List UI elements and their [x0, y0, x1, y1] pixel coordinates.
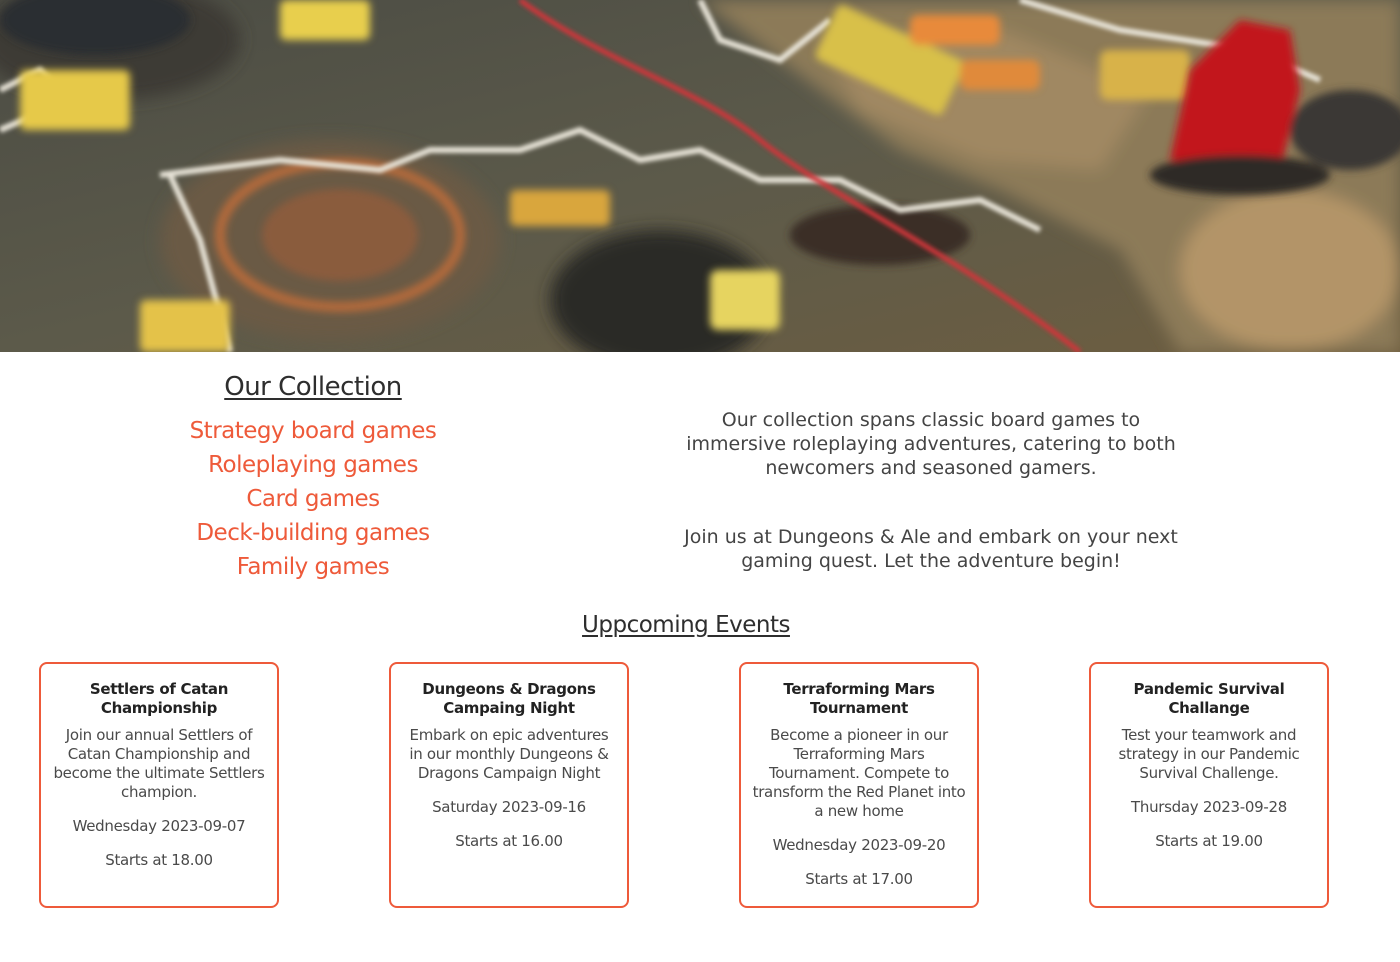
event-title: Terraforming Mars Tournament — [783, 680, 935, 717]
event-description: Test your teamwork and strategy in our P… — [1118, 726, 1300, 782]
collection-title: Our Collection — [224, 372, 402, 402]
event-time: Starts at 19.00 — [1155, 832, 1263, 850]
board-game-photo — [0, 0, 1400, 352]
event-time: Starts at 18.00 — [105, 851, 213, 869]
event-title: Pandemic Survival Challange — [1133, 680, 1285, 717]
event-time: Starts at 17.00 — [805, 870, 913, 888]
collection-list: Strategy board games Roleplaying games C… — [120, 414, 506, 584]
collection-item-card[interactable]: Card games — [120, 482, 506, 516]
event-time: Starts at 16.00 — [455, 832, 563, 850]
event-date: Wednesday 2023-09-20 — [772, 836, 946, 854]
collection-item-family[interactable]: Family games — [120, 550, 506, 584]
intro-paragraph-welcome: Join us at Dungeons & Ale and embark on … — [684, 526, 1178, 572]
event-date: Saturday 2023-09-16 — [432, 798, 586, 816]
event-title: Settlers of Catan Championship — [89, 680, 229, 717]
event-card-terraforming[interactable]: Terraforming Mars Tournament Become a pi… — [739, 662, 979, 908]
collection-item-strategy[interactable]: Strategy board games — [120, 414, 506, 448]
events-title: Uppcoming Events — [582, 612, 790, 638]
event-card-pandemic[interactable]: Pandemic Survival Challange Test your te… — [1089, 662, 1329, 908]
event-title: Dungeons & Dragons Campaing Night — [422, 680, 596, 717]
event-description: Join our annual Settlers of Catan Champi… — [53, 726, 265, 801]
event-card-catan[interactable]: Settlers of Catan Championship Join our … — [39, 662, 279, 908]
intro-text: Our collection spans classic board games… — [680, 408, 1182, 618]
event-card-dnd[interactable]: Dungeons & Dragons Campaing Night Embark… — [389, 662, 629, 908]
hero-image — [0, 0, 1400, 352]
event-description: Become a pioneer in our Terraforming Mar… — [752, 726, 966, 820]
event-date: Wednesday 2023-09-07 — [72, 817, 246, 835]
collection-item-roleplaying[interactable]: Roleplaying games — [120, 448, 506, 482]
intro-paragraph-collection: Our collection spans classic board games… — [686, 409, 1176, 479]
event-date: Thursday 2023-09-28 — [1131, 798, 1287, 816]
event-description: Embark on epic adventures in our monthly… — [409, 726, 609, 782]
collection-item-deck-building[interactable]: Deck-building games — [120, 516, 506, 550]
